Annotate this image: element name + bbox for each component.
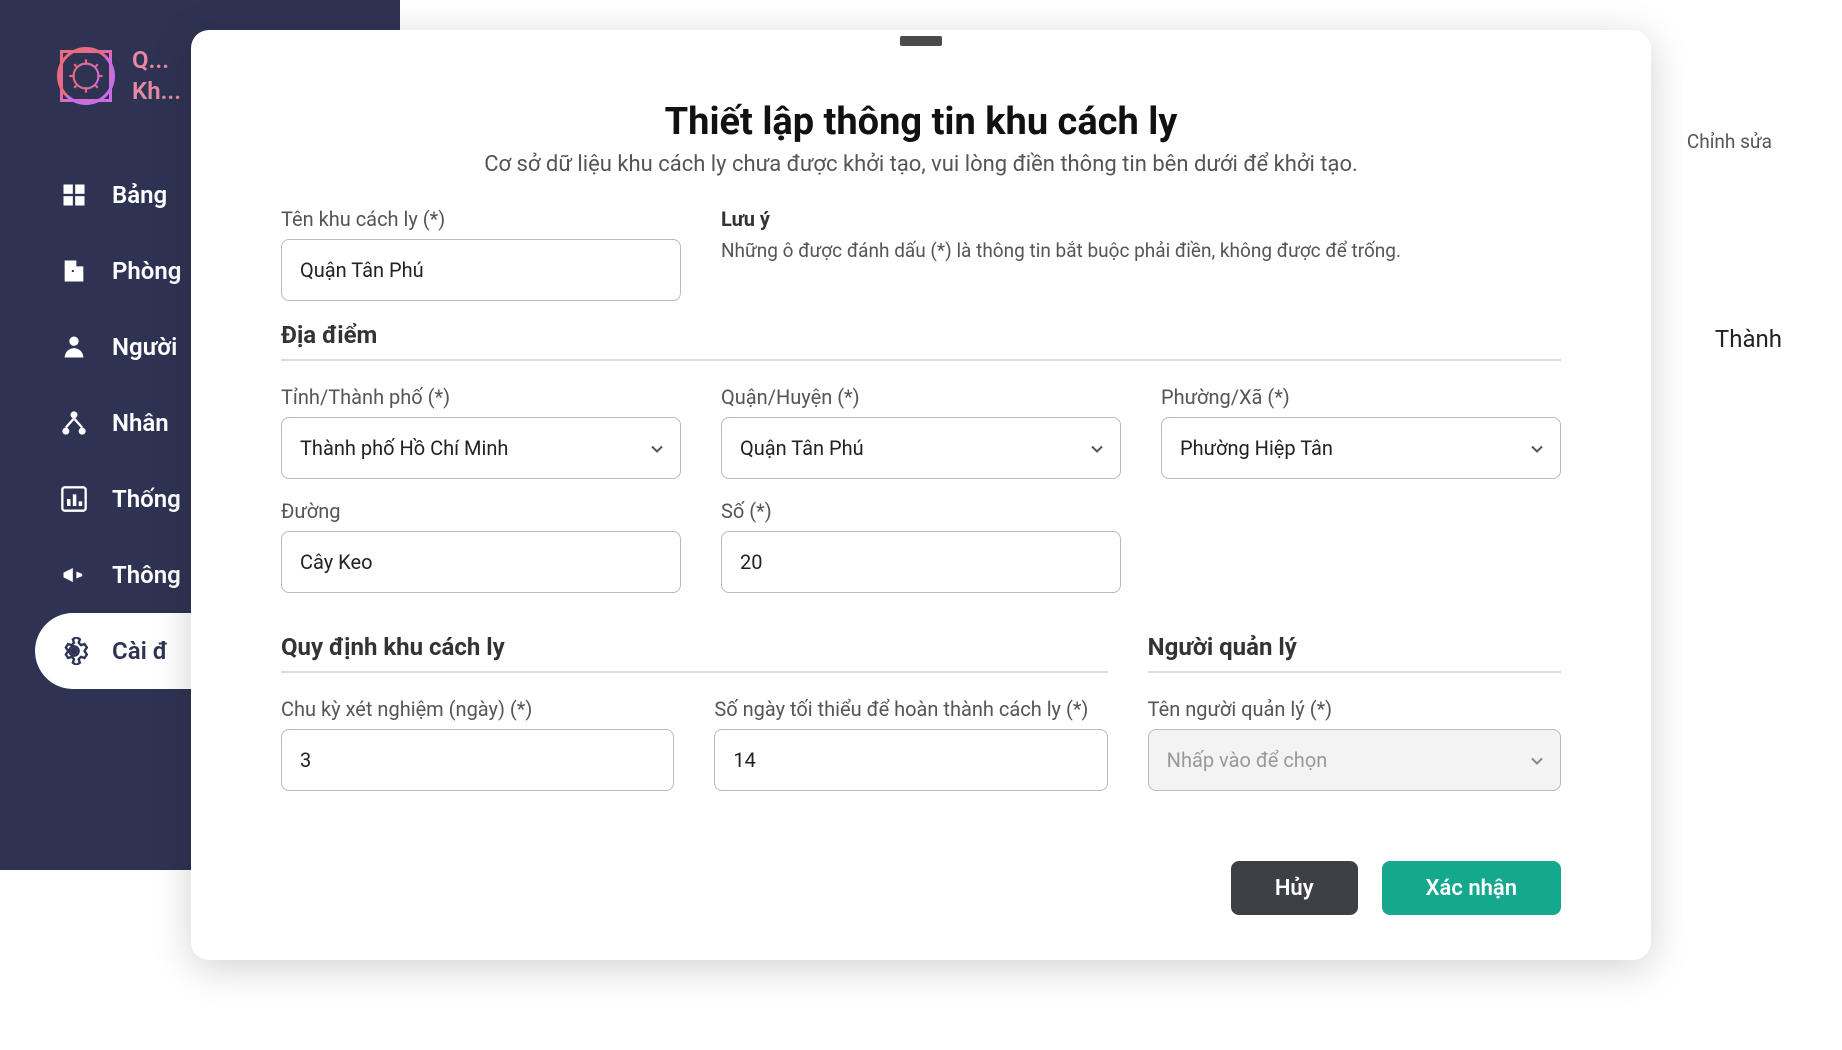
number-label: Số (*) [721,499,1121,523]
modal-subtitle: Cơ sở dữ liệu khu cách ly chưa được khởi… [281,152,1561,177]
cancel-button[interactable]: Hủy [1231,861,1358,915]
modal-actions: Hủy Xác nhận [281,861,1561,915]
ward-label: Phường/Xã (*) [1161,385,1561,409]
number-input[interactable] [721,531,1121,593]
modal-title: Thiết lập thông tin khu cách ly [281,100,1561,144]
test-cycle-label: Chu kỳ xét nghiệm (ngày) (*) [281,697,674,721]
min-days-label: Số ngày tối thiểu để hoàn thành cách ly … [714,697,1107,721]
province-select[interactable]: Thành phố Hồ Chí Minh [281,417,681,479]
rules-header: Quy định khu cách ly [281,633,1108,673]
street-input[interactable] [281,531,681,593]
note-text: Những ô được đánh dấu (*) là thông tin b… [721,237,1561,266]
note-heading: Lưu ý [721,207,1561,231]
street-label: Đường [281,499,681,523]
province-label: Tỉnh/Thành phố (*) [281,385,681,409]
modal-drag-handle[interactable] [900,36,942,46]
location-header: Địa điểm [281,321,1561,361]
name-input[interactable] [281,239,681,301]
setup-modal: Thiết lập thông tin khu cách ly Cơ sở dữ… [191,30,1651,960]
modal-overlay: Thiết lập thông tin khu cách ly Cơ sở dữ… [0,0,1842,1050]
test-cycle-input[interactable] [281,729,674,791]
min-days-input[interactable] [714,729,1107,791]
ward-select[interactable]: Phường Hiệp Tân [1161,417,1561,479]
manager-label: Tên người quản lý (*) [1148,697,1561,721]
district-label: Quận/Huyện (*) [721,385,1121,409]
confirm-button[interactable]: Xác nhận [1382,861,1561,915]
manager-select[interactable]: Nhấp vào để chọn [1148,729,1561,791]
name-label: Tên khu cách ly (*) [281,207,681,231]
manager-header: Người quản lý [1148,633,1561,673]
district-select[interactable]: Quận Tân Phú [721,417,1121,479]
